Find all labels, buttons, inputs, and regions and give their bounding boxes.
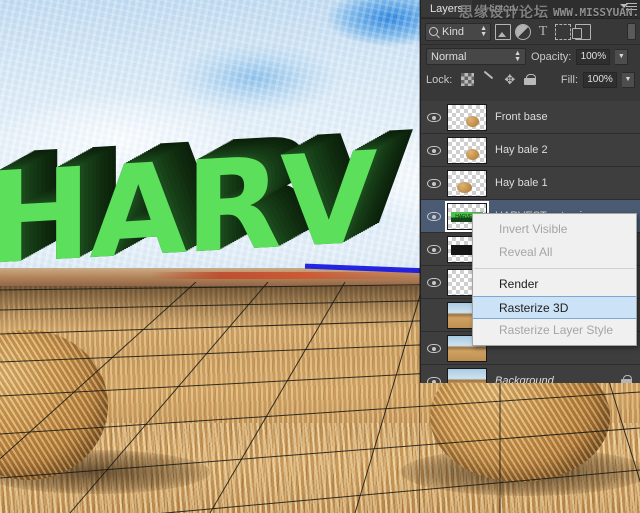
eye-icon[interactable] — [421, 332, 447, 365]
layer-thumbnail[interactable] — [447, 103, 487, 131]
lock-image-pixels-icon[interactable] — [482, 73, 495, 86]
menu-item-rasterize-layer-style[interactable]: Rasterize Layer Style — [473, 319, 636, 342]
eye-icon[interactable] — [421, 134, 447, 167]
chevron-updown-icon: ▲ ▼ — [514, 49, 521, 63]
eye-icon[interactable] — [421, 299, 447, 332]
filter-kind-select[interactable]: Kind ▲ ▼ — [425, 22, 491, 41]
menu-separator — [474, 268, 635, 269]
fill-label: Fill: — [560, 73, 578, 86]
eye-icon[interactable] — [421, 365, 447, 383]
shape-layer-filter-icon[interactable] — [555, 23, 571, 40]
filter-enable-toggle[interactable] — [627, 23, 636, 40]
eye-icon[interactable] — [421, 266, 447, 299]
lock-all-icon[interactable] — [524, 73, 537, 86]
menu-item-reveal-all[interactable]: Reveal All — [473, 241, 636, 264]
layer-name-label: Hay bale 2 — [495, 144, 548, 156]
layer-name-label: Hay bale 1 — [495, 177, 548, 189]
blend-mode-value: Normal — [431, 50, 467, 63]
lock-icon-group: ✥ — [461, 73, 537, 86]
lock-bar: Lock: ✥ Fill: 100% ▼ — [421, 68, 640, 91]
eye-icon[interactable] — [421, 167, 447, 200]
blend-mode-bar: Normal ▲ ▼ Opacity: 100% ▼ — [421, 45, 640, 68]
table-row[interactable]: Front base — [421, 101, 640, 134]
layer-filter-bar: Kind ▲ ▼ T — [421, 19, 640, 45]
layer-locked-icon — [621, 375, 632, 383]
lock-position-icon[interactable]: ✥ — [503, 73, 516, 86]
smart-object-filter-icon[interactable] — [572, 23, 591, 40]
layer-context-menu[interactable]: Invert Visible Reveal All Render Rasteri… — [472, 213, 637, 346]
table-row[interactable]: Hay bale 1 — [421, 167, 640, 200]
adjustment-layer-filter-icon[interactable] — [515, 23, 531, 40]
filter-kind-label: Kind — [442, 25, 465, 38]
search-icon — [429, 27, 438, 36]
watermark-url: WWW.MISSYUAN.COM — [553, 6, 640, 19]
eye-icon[interactable] — [421, 200, 447, 233]
fill-value[interactable]: 100% — [583, 71, 617, 88]
chevron-updown-icon: ▲ ▼ — [480, 24, 487, 38]
table-row[interactable]: Background — [421, 365, 640, 383]
table-row[interactable]: Hay bale 2 — [421, 134, 640, 167]
menu-item-rasterize-3d[interactable]: Rasterize 3D — [473, 296, 636, 319]
menu-item-invert-visible[interactable]: Invert Visible — [473, 218, 636, 241]
type-layer-filter-icon[interactable]: T — [535, 24, 551, 40]
layer-name-label: Front base — [495, 111, 548, 123]
eye-icon[interactable] — [421, 233, 447, 266]
panel-tab-bar: Layers History 思缘设计论坛 WWW.MISSYUAN.COM — [421, 0, 640, 21]
pixel-layer-filter-icon[interactable] — [495, 23, 511, 40]
layer-thumbnail[interactable] — [447, 136, 487, 164]
lock-transparent-pixels-icon[interactable] — [461, 73, 475, 86]
layer-thumbnail[interactable] — [447, 169, 487, 197]
watermark-chinese: 思缘设计论坛 — [459, 5, 549, 21]
fill-dropdown-icon[interactable]: ▼ — [622, 71, 635, 88]
layer-thumbnail[interactable] — [447, 367, 487, 383]
photoshop-window: HARV HARV Layers History 思缘设计论坛 WWW.MISS… — [0, 0, 640, 513]
opacity-value[interactable]: 100% — [576, 48, 611, 65]
menu-item-render[interactable]: Render — [473, 273, 636, 296]
blend-mode-select[interactable]: Normal ▲ ▼ — [426, 48, 526, 65]
opacity-label: Opacity: — [531, 50, 572, 63]
lock-label: Lock: — [426, 73, 453, 86]
eye-icon[interactable] — [421, 101, 447, 134]
canvas-edge — [0, 0, 420, 513]
layer-name-label: Background — [495, 375, 554, 383]
opacity-dropdown-icon[interactable]: ▼ — [615, 48, 629, 65]
